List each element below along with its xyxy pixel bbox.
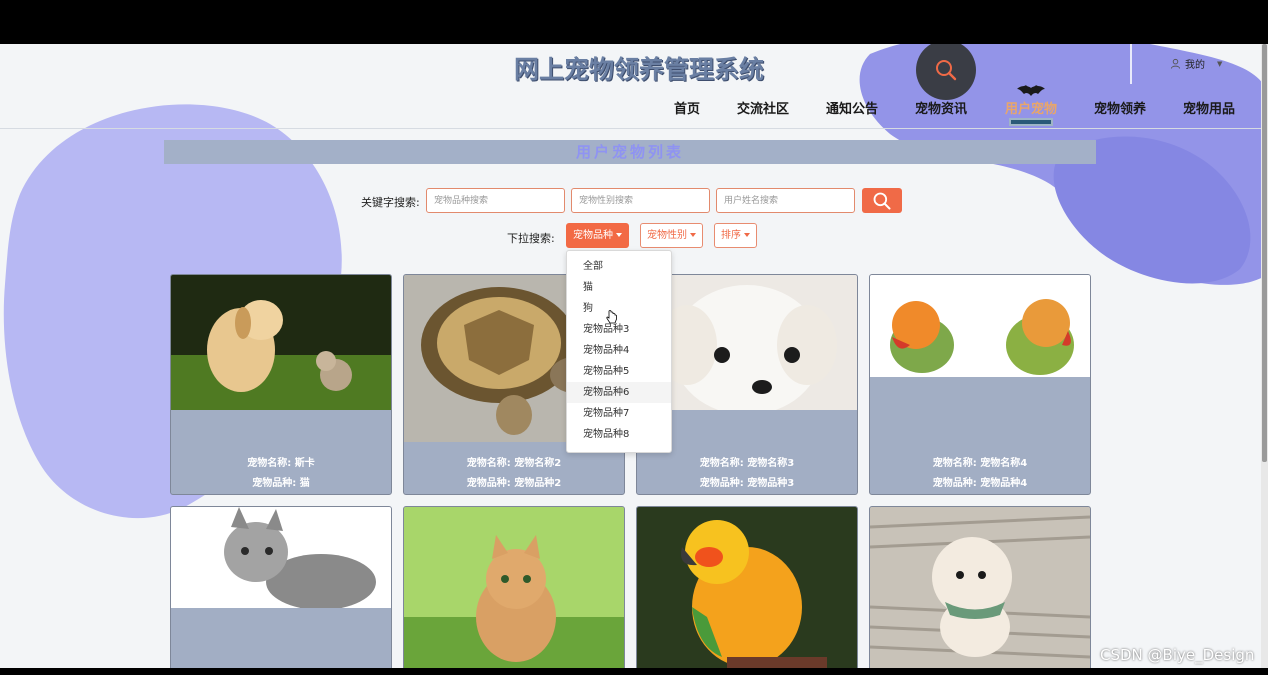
gender-dropdown-label: 宠物性别 bbox=[647, 230, 687, 241]
section-title: 用户宠物列表 bbox=[164, 140, 1096, 164]
user-menu-label: 我的 bbox=[1185, 60, 1205, 71]
dropdown-item-breed4[interactable]: 宠物品种4 bbox=[567, 340, 671, 361]
chevron-down-icon: ▼ bbox=[1217, 59, 1223, 68]
caret-down-icon bbox=[616, 233, 622, 237]
nav-pet-news[interactable]: 宠物资讯 bbox=[915, 98, 967, 117]
nav-pet-adoption[interactable]: 宠物领养 bbox=[1094, 98, 1146, 117]
header-divider-line bbox=[0, 128, 1268, 129]
pet-breed: 宠物品种: 猫 bbox=[252, 478, 310, 489]
dropdown-item-breed3[interactable]: 宠物品种3 bbox=[567, 319, 671, 340]
sort-dropdown-label: 排序 bbox=[721, 230, 741, 241]
search-button[interactable] bbox=[862, 188, 902, 213]
keyword-search-label: 关键字搜索: bbox=[361, 196, 420, 209]
pet-card[interactable] bbox=[170, 506, 392, 668]
window-top-bar bbox=[0, 0, 1268, 44]
right-decorative-blob bbox=[859, 44, 1268, 285]
user-icon bbox=[1170, 58, 1181, 69]
pet-card[interactable] bbox=[636, 506, 858, 668]
nav-community[interactable]: 交流社区 bbox=[737, 98, 789, 117]
dropdown-item-breed7[interactable]: 宠物品种7 bbox=[567, 403, 671, 424]
pet-name: 宠物名称: 宠物名称3 bbox=[699, 458, 795, 469]
dropdown-item-all[interactable]: 全部 bbox=[567, 256, 671, 277]
window-bottom-bar bbox=[0, 668, 1268, 675]
dropdown-item-breed8[interactable]: 宠物品种8 bbox=[567, 424, 671, 445]
dropdown-item-breed6[interactable]: 宠物品种6 bbox=[567, 382, 671, 403]
page-scrollbar-thumb[interactable] bbox=[1262, 44, 1267, 462]
pet-card[interactable] bbox=[869, 506, 1091, 668]
pet-name: 宠物名称: 宠物名称2 bbox=[466, 458, 562, 469]
pet-image-ginger-kitten bbox=[404, 507, 624, 668]
dropdown-item-dog[interactable]: 狗 bbox=[567, 298, 671, 319]
breed-dropdown-menu: 全部 猫 狗 宠物品种3 宠物品种4 宠物品种5 宠物品种6 宠物品种7 宠物品… bbox=[566, 250, 672, 453]
user-menu[interactable]: 我的 ▼ bbox=[1170, 56, 1222, 71]
search-icon bbox=[873, 192, 891, 209]
dropdown-item-cat[interactable]: 猫 bbox=[567, 277, 671, 298]
pet-image-lovebirds bbox=[870, 275, 1090, 377]
breed-dropdown-button[interactable]: 宠物品种 bbox=[566, 223, 629, 248]
page: 网上宠物领养管理系统 我的 ▼ 首页 交流社区 通知公告 宠物资讯 用户宠物 宠… bbox=[0, 44, 1268, 668]
pet-card[interactable]: 宠物名称: 宠物名称4 宠物品种: 宠物品种4 bbox=[869, 274, 1091, 495]
dropdown-search-label: 下拉搜索: bbox=[507, 232, 555, 245]
pet-image-pomeranian bbox=[870, 507, 1090, 668]
breed-dropdown-label: 宠物品种 bbox=[573, 230, 613, 241]
pet-card[interactable] bbox=[403, 506, 625, 668]
username-search-input[interactable] bbox=[716, 188, 855, 213]
gender-dropdown-button[interactable]: 宠物性别 bbox=[640, 223, 703, 248]
header-divider bbox=[1130, 44, 1132, 84]
pet-image-puppy-kitten bbox=[171, 275, 391, 410]
pet-name: 宠物名称: 宠物名称4 bbox=[932, 458, 1028, 469]
hand-cursor-icon bbox=[606, 310, 617, 324]
site-title: 网上宠物领养管理系统 bbox=[514, 55, 765, 84]
bat-icon bbox=[1017, 85, 1045, 96]
dropdown-item-breed5[interactable]: 宠物品种5 bbox=[567, 361, 671, 382]
nav-pet-supplies[interactable]: 宠物用品 bbox=[1183, 98, 1235, 117]
pet-image-sun-conure bbox=[637, 507, 857, 668]
pet-breed: 宠物品种: 宠物品种2 bbox=[466, 478, 562, 489]
nav-user-pets[interactable]: 用户宠物 bbox=[1005, 98, 1057, 117]
pet-breed: 宠物品种: 宠物品种3 bbox=[699, 478, 795, 489]
nav-home[interactable]: 首页 bbox=[674, 98, 700, 117]
caret-down-icon bbox=[744, 233, 750, 237]
pet-breed: 宠物品种: 宠物品种4 bbox=[932, 478, 1028, 489]
pet-image-tabby-cat bbox=[171, 507, 391, 608]
pet-name: 宠物名称: 斯卡 bbox=[247, 458, 315, 469]
gender-search-input[interactable] bbox=[571, 188, 710, 213]
watermark-text: CSDN @Biye_Design bbox=[1100, 646, 1255, 664]
pet-card[interactable]: 宠物名称: 斯卡 宠物品种: 猫 bbox=[170, 274, 392, 495]
nav-notices[interactable]: 通知公告 bbox=[826, 98, 878, 117]
search-icon bbox=[936, 60, 957, 81]
breed-search-input[interactable] bbox=[426, 188, 565, 213]
nav-active-indicator bbox=[1009, 118, 1053, 126]
caret-down-icon bbox=[690, 233, 696, 237]
sort-dropdown-button[interactable]: 排序 bbox=[714, 223, 757, 248]
